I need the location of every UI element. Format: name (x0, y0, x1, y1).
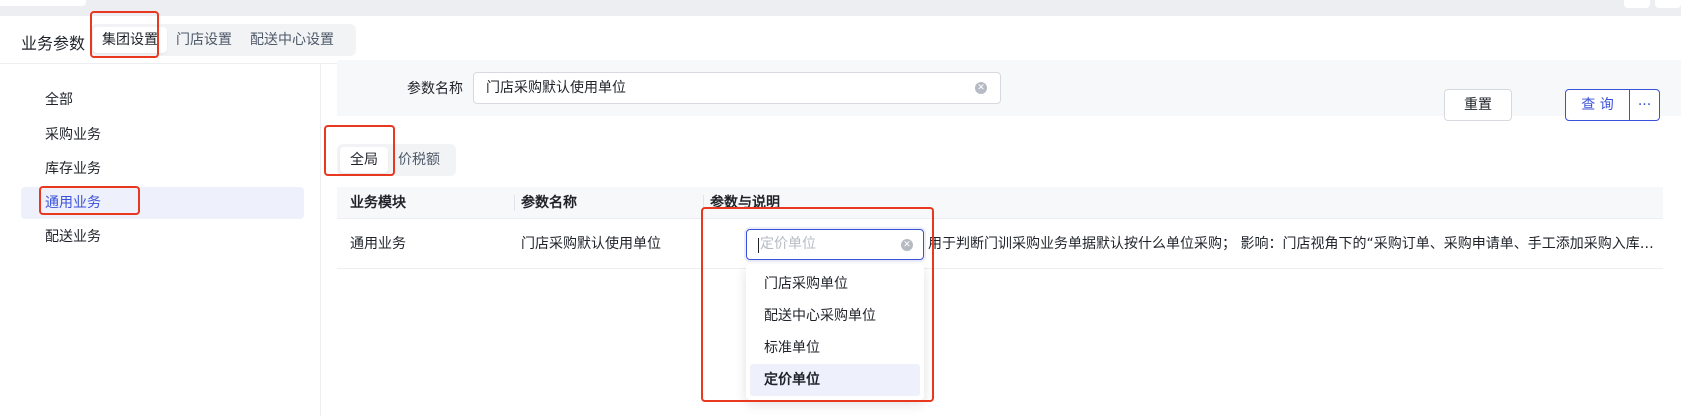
segment-group-settings[interactable]: 集团设置 (93, 27, 167, 53)
segment-dc-settings[interactable]: 配送中心设置 (241, 27, 343, 53)
table-header: 业务模块 参数名称 参数与说明 (337, 187, 1663, 219)
category-sidebar: 全部 采购业务 库存业务 通用业务 配送业务 (0, 64, 321, 416)
page-title: 业务参数 (21, 34, 86, 53)
table-row: 通用业务 门店采购默认使用单位 用于判断门训采购业务单据默认按什么单位采购； 影… (337, 219, 1663, 269)
param-name-input[interactable]: 门店采购默认使用单位 ✕ (473, 72, 1001, 104)
tab-global[interactable]: 全局 (340, 147, 388, 173)
th-param-desc: 参数与说明 (710, 195, 780, 211)
unit-dropdown-menu: 门店采购单位 配送中心采购单位 标准单位 定价单位 (746, 264, 924, 400)
param-name-value: 门店采购默认使用单位 (486, 80, 626, 96)
reset-button[interactable]: 重置 (1444, 89, 1512, 121)
more-icon[interactable]: ··· (1630, 90, 1659, 120)
unit-select-input[interactable]: 定价单位 ✕ (746, 229, 924, 260)
th-param-name: 参数名称 (521, 195, 577, 211)
tab-price-tax[interactable]: 价税额 (388, 147, 450, 173)
text-caret (758, 238, 759, 253)
top-corner-left[interactable] (1624, 0, 1650, 8)
dropdown-option-dc-purchase-unit[interactable]: 配送中心采购单位 (750, 300, 920, 332)
top-corner-right[interactable] (1655, 0, 1681, 8)
th-module: 业务模块 (350, 195, 406, 211)
cell-param-name: 门店采购默认使用单位 (521, 236, 661, 252)
sidebar-item-general[interactable]: 通用业务 (21, 187, 304, 219)
dropdown-option-standard-unit[interactable]: 标准单位 (750, 332, 920, 364)
cell-module: 通用业务 (350, 236, 406, 252)
segment-store-settings[interactable]: 门店设置 (167, 27, 241, 53)
top-tab-strip (0, 0, 1681, 16)
sidebar-item-all[interactable]: 全部 (21, 84, 304, 116)
dropdown-option-store-purchase-unit[interactable]: 门店采购单位 (750, 268, 920, 300)
settings-segmented-control: 集团设置 门店设置 配送中心设置 (90, 24, 356, 56)
param-tabs: 全局 价税额 (337, 144, 456, 176)
unit-select-placeholder: 定价单位 (760, 236, 816, 252)
sidebar-item-purchase[interactable]: 采购业务 (21, 119, 304, 151)
top-tab-stub[interactable] (0, 0, 86, 6)
query-button[interactable]: 查 询 (1566, 90, 1630, 120)
sidebar-item-inventory[interactable]: 库存业务 (21, 153, 304, 185)
th-divider (703, 195, 704, 211)
dropdown-option-pricing-unit[interactable]: 定价单位 (750, 364, 920, 396)
th-divider (514, 195, 515, 211)
page-header: 业务参数 集团设置 门店设置 配送中心设置 (0, 16, 1681, 64)
clear-icon[interactable]: ✕ (901, 239, 913, 251)
cell-description: 用于判断门训采购业务单据默认按什么单位采购； 影响：门店视角下的“采购订单、采购… (928, 236, 1656, 252)
sidebar-item-delivery[interactable]: 配送业务 (21, 221, 304, 253)
clear-icon[interactable]: ✕ (975, 82, 987, 94)
query-button-group: 查 询 ··· (1565, 89, 1660, 121)
param-name-label: 参数名称 (407, 81, 463, 97)
